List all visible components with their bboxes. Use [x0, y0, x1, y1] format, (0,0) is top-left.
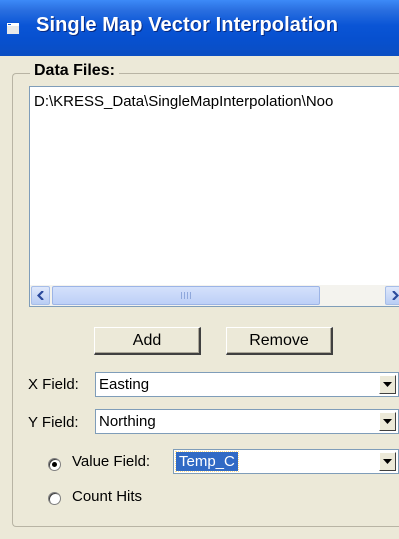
- x-field-value: Easting: [99, 376, 150, 393]
- value-field-radio[interactable]: [48, 458, 61, 471]
- dropdown-button[interactable]: [379, 412, 396, 431]
- y-field-value: Northing: [99, 413, 156, 430]
- count-hits-label[interactable]: Count Hits: [72, 488, 142, 505]
- title-bar[interactable]: Single Map Vector Interpolation: [0, 0, 399, 56]
- dropdown-button[interactable]: [379, 452, 396, 471]
- x-field-select[interactable]: Easting: [95, 372, 399, 397]
- chevron-down-icon: [383, 459, 392, 464]
- value-field-value: Temp_C: [175, 451, 239, 472]
- scroll-thumb[interactable]: [52, 286, 320, 305]
- chevron-down-icon: [383, 419, 392, 424]
- value-field-label[interactable]: Value Field:: [72, 453, 150, 470]
- add-button[interactable]: Add: [94, 327, 201, 355]
- grip-icon: [181, 292, 191, 299]
- dropdown-button[interactable]: [379, 375, 396, 394]
- count-hits-radio[interactable]: [48, 492, 61, 505]
- scroll-left-button[interactable]: [31, 286, 50, 305]
- data-files-legend: Data Files:: [30, 62, 119, 80]
- value-field-select[interactable]: Temp_C: [173, 449, 399, 474]
- list-item[interactable]: D:\KRESS_Data\SingleMapInterpolation\Noo: [34, 93, 333, 110]
- scroll-right-button[interactable]: [385, 286, 399, 305]
- horizontal-scrollbar[interactable]: [30, 285, 399, 306]
- y-field-select[interactable]: Northing: [95, 409, 399, 434]
- x-field-label: X Field:: [28, 376, 79, 393]
- data-files-list[interactable]: D:\KRESS_Data\SingleMapInterpolation\Noo: [29, 86, 399, 307]
- chevron-down-icon: [383, 382, 392, 387]
- app-icon: [6, 22, 20, 35]
- chevron-left-icon: [36, 291, 44, 300]
- chevron-right-icon: [391, 291, 399, 300]
- window-title: Single Map Vector Interpolation: [36, 14, 339, 36]
- y-field-label: Y Field:: [28, 414, 79, 431]
- remove-button[interactable]: Remove: [226, 327, 333, 355]
